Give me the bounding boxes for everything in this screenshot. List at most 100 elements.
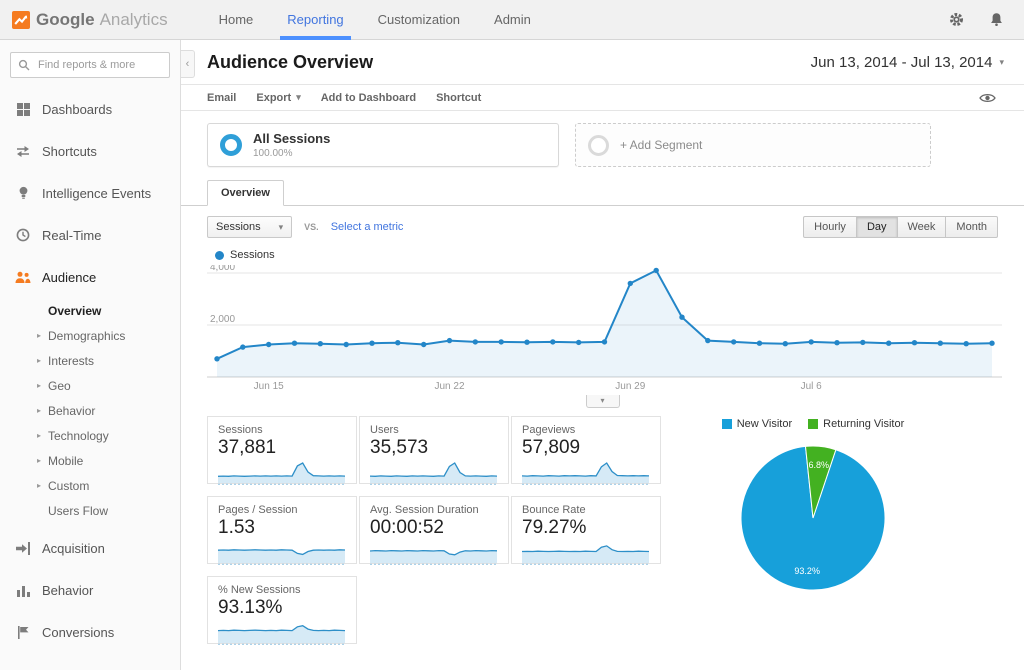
sessions-line-chart: 2,0004,000Jun 15Jun 22Jun 29Jul 6 (207, 265, 1002, 392)
visibility-eye-icon[interactable] (979, 92, 996, 104)
add-segment-button[interactable]: + Add Segment (575, 123, 931, 167)
chevron-right-icon: ▸ (37, 406, 41, 415)
search-input[interactable] (36, 58, 170, 72)
brand-google: Google (36, 10, 95, 30)
visitor-type-pie: 93.2%6.8% (718, 432, 908, 604)
dashboards-icon (15, 103, 31, 116)
sidebar-subitem-overview[interactable]: Overview (0, 298, 180, 323)
brand-analytics: Analytics (100, 10, 168, 30)
sidebar-subitem-geo[interactable]: ▸Geo (0, 373, 180, 398)
date-range-selector[interactable]: Jun 13, 2014 - Jul 13, 2014 ▾ (811, 54, 1004, 71)
sidebar-subitem-interests[interactable]: ▸Interests (0, 348, 180, 373)
granularity-toggle: HourlyDayWeekMonth (803, 216, 998, 238)
sidebar-subitem-mobile[interactable]: ▸Mobile (0, 448, 180, 473)
select-metric-link[interactable]: Select a metric (331, 221, 404, 233)
metric-label: Pageviews (522, 424, 650, 436)
summary-section: Sessions37,881Users35,573Pageviews57,809… (181, 408, 1024, 644)
top-icons (948, 11, 1004, 28)
metric-sparkline (218, 539, 345, 565)
acquisition-icon (15, 542, 31, 555)
add-segment-circle-icon (588, 135, 609, 156)
nav-customization[interactable]: Customization (361, 0, 477, 40)
svg-text:Jul 6: Jul 6 (801, 381, 823, 392)
metric-label: Avg. Session Duration (370, 504, 498, 516)
sidebar-sublist-audience: Overview▸Demographics▸Interests▸Geo▸Beha… (0, 298, 180, 527)
metric-label: Bounce Rate (522, 504, 650, 516)
sidebar-item-dashboards[interactable]: Dashboards (0, 88, 180, 130)
legend-swatch-icon (808, 419, 818, 429)
google-analytics-logo[interactable]: Google Analytics (12, 10, 168, 30)
sidebar-item-real-time[interactable]: Real-Time (0, 214, 180, 256)
metric-dropdown[interactable]: Sessions ▾ (207, 216, 292, 238)
analytics-logo-icon (12, 11, 30, 29)
sidebar-subitem-users-flow[interactable]: Users Flow (0, 498, 180, 523)
segment-bar: All Sessions 100.00% + Add Segment (181, 111, 1024, 179)
sidebar: DashboardsShortcutsIntelligence EventsRe… (0, 40, 181, 670)
sidebar-item-intelligence-events[interactable]: Intelligence Events (0, 172, 180, 214)
sidebar-item-audience[interactable]: Audience (0, 256, 180, 298)
sidebar-subitem-behavior[interactable]: ▸Behavior (0, 398, 180, 423)
intelligence-icon (15, 186, 31, 200)
visitor-type-panel: New VisitorReturning Visitor 93.2%6.8% (687, 416, 939, 644)
metric-value: 1.53 (218, 517, 346, 539)
vs-label: VS. (304, 222, 319, 232)
granularity-month-button[interactable]: Month (946, 216, 998, 238)
pie-legend: New VisitorReturning Visitor (687, 418, 939, 430)
svg-text:6.8%: 6.8% (809, 460, 830, 470)
sidebar-subitem-custom[interactable]: ▸Custom (0, 473, 180, 498)
sidebar-item-conversions[interactable]: Conversions (0, 611, 180, 653)
sessions-legend-dot-icon (215, 251, 224, 260)
metric-sparkline (522, 539, 649, 565)
shortcuts-icon (15, 145, 31, 158)
toolbar-add-to-dashboard-button[interactable]: Add to Dashboard (321, 92, 416, 104)
metric-dropdown-value: Sessions (216, 221, 261, 233)
chevron-down-icon: ▾ (279, 222, 284, 233)
metric-label: Sessions (218, 424, 346, 436)
toolbar-shortcut-button[interactable]: Shortcut (436, 92, 481, 104)
metric-label: Users (370, 424, 498, 436)
nav-admin[interactable]: Admin (477, 0, 548, 40)
metric-card-new-sessions: % New Sessions93.13% (207, 576, 357, 644)
tab-overview-label: Overview (221, 187, 270, 199)
segment-percent: 100.00% (253, 148, 330, 159)
sidebar-subitem-demographics[interactable]: ▸Demographics (0, 323, 180, 348)
chevron-right-icon: ▸ (37, 481, 41, 490)
metric-label: Pages / Session (218, 504, 346, 516)
sessions-chart-area: 2,0004,000Jun 15Jun 22Jun 29Jul 6 (181, 263, 1024, 397)
nav-home[interactable]: Home (202, 0, 271, 40)
top-navigation: HomeReportingCustomizationAdmin (202, 0, 548, 40)
visitor-pie-chart: 93.2%6.8% (687, 432, 939, 609)
metric-label: % New Sessions (218, 584, 346, 596)
metric-value: 00:00:52 (370, 517, 498, 539)
chevron-right-icon: ▸ (37, 331, 41, 340)
sidebar-collapse-button[interactable]: ‹ (181, 50, 195, 78)
svg-text:Jun 22: Jun 22 (434, 381, 464, 392)
all-sessions-segment[interactable]: All Sessions 100.00% (207, 123, 559, 167)
svg-text:4,000: 4,000 (210, 265, 235, 273)
nav-reporting[interactable]: Reporting (270, 0, 360, 40)
granularity-week-button[interactable]: Week (898, 216, 947, 238)
svg-text:Jun 15: Jun 15 (254, 381, 284, 392)
granularity-day-button[interactable]: Day (857, 216, 898, 238)
segment-donut-icon (220, 134, 242, 156)
settings-gear-icon[interactable] (948, 11, 965, 28)
sidebar-item-shortcuts[interactable]: Shortcuts (0, 130, 180, 172)
pie-legend-returning-visitor: Returning Visitor (808, 418, 904, 430)
report-header: Audience Overview Jun 13, 2014 - Jul 13,… (181, 40, 1024, 84)
realtime-icon (15, 228, 31, 242)
sidebar-item-acquisition[interactable]: Acquisition (0, 527, 180, 569)
audience-icon (15, 271, 31, 284)
sidebar-subitem-technology[interactable]: ▸Technology (0, 423, 180, 448)
metric-sparkline (218, 619, 345, 645)
toolbar-email-button[interactable]: Email (207, 92, 236, 104)
line-chart-legend: Sessions (181, 238, 1024, 263)
granularity-hourly-button[interactable]: Hourly (803, 216, 857, 238)
tab-overview[interactable]: Overview (207, 180, 284, 206)
chevron-right-icon: ▸ (37, 456, 41, 465)
metric-card-avg-session-duration: Avg. Session Duration00:00:52 (359, 496, 509, 564)
metric-value: 35,573 (370, 437, 498, 459)
toolbar-export-button[interactable]: Export▾ (256, 92, 300, 104)
sidebar-item-behavior[interactable]: Behavior (0, 569, 180, 611)
notifications-bell-icon[interactable] (989, 12, 1004, 27)
report-search-box[interactable] (10, 52, 170, 78)
